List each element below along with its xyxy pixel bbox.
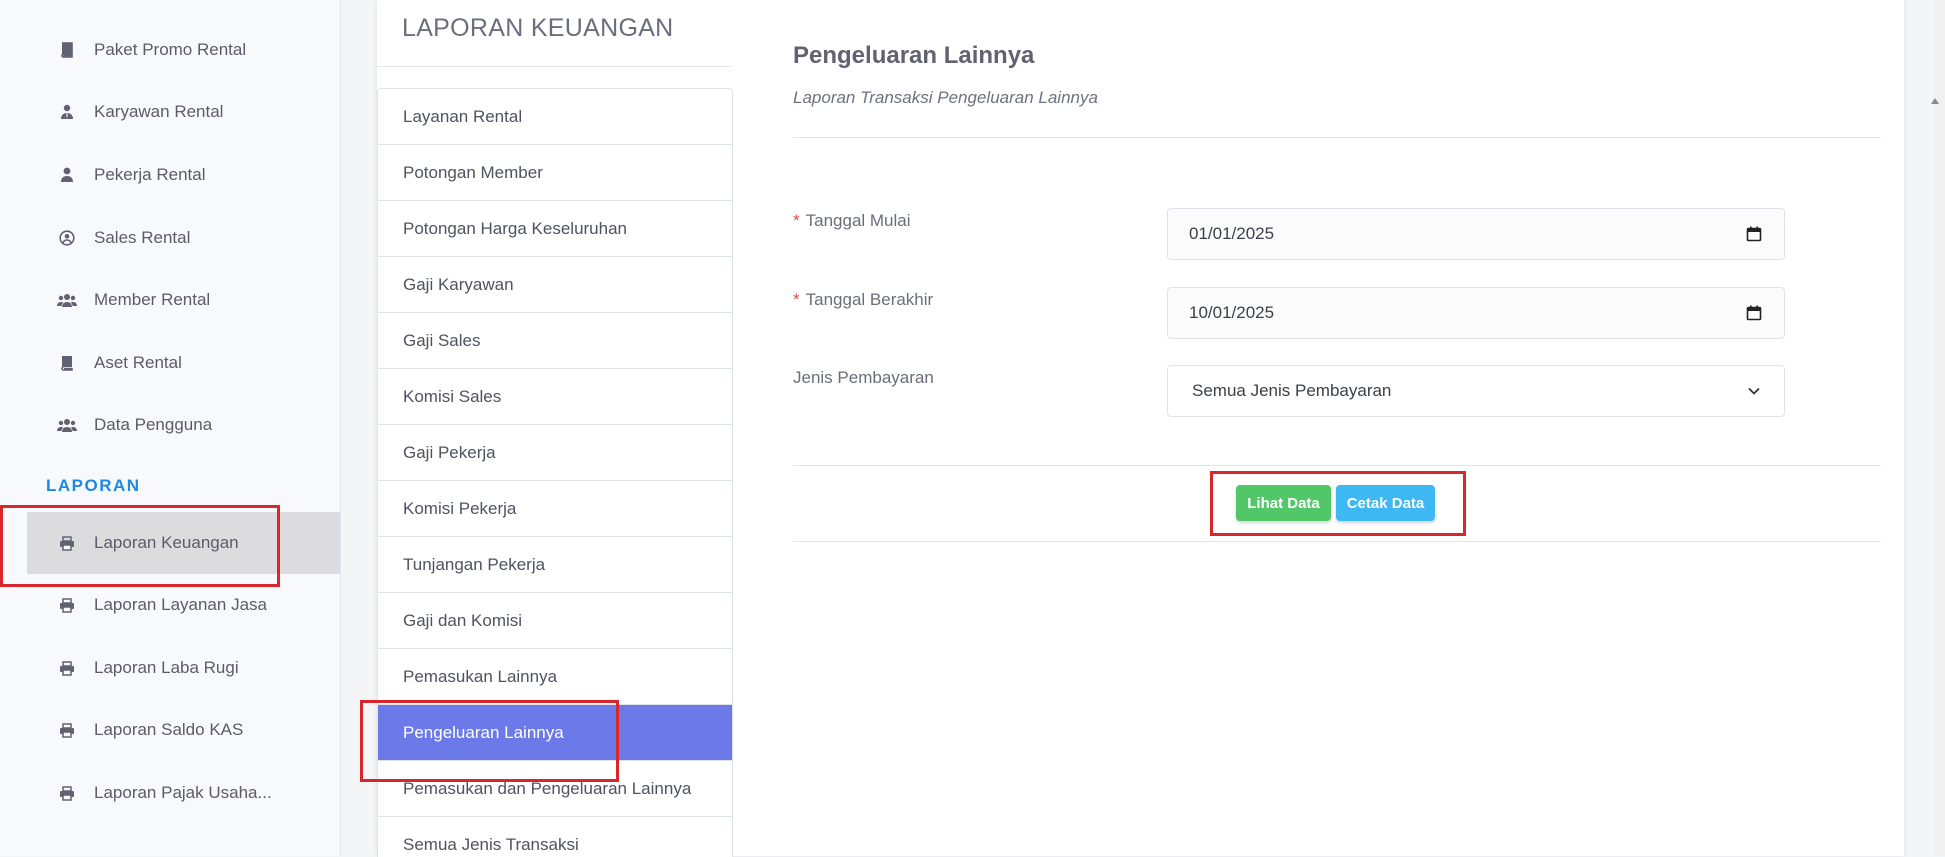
print-icon [57,783,77,803]
form-title: Pengeluaran Lainnya [793,42,1035,69]
report-item-pemasukan-dan-pengeluaran-lainnya[interactable]: Pemasukan dan Pengeluaran Lainnya [378,761,732,817]
user-tie-icon [57,102,77,122]
start-date-input[interactable]: 01/01/2025 [1167,208,1785,260]
report-item-potongan-harga-keseluruhan[interactable]: Potongan Harga Keseluruhan [378,201,732,257]
print-icon [57,658,77,678]
report-item-potongan-member[interactable]: Potongan Member [378,145,732,201]
sidebar-item-label: Paket Promo Rental [94,40,247,59]
payment-type-value: Semua Jenis Pembayaran [1192,381,1392,400]
calendar-icon[interactable] [1744,224,1764,244]
sidebar-item-label: Karyawan Rental [94,102,224,121]
print-icon [57,533,77,553]
end-date-value: 10/01/2025 [1189,303,1275,322]
report-panel-title: LAPORAN KEUANGAN [402,14,674,42]
sidebar: Paket Promo Rental Karyawan Rental Peker… [0,0,341,856]
end-date-label: * Tanggal Berakhir [793,290,933,310]
users-icon [57,290,77,310]
scroll-up-arrow-icon[interactable] [1931,98,1939,104]
sidebar-item-sales-rental[interactable]: Sales Rental [0,207,340,269]
sidebar-item-label: Laporan Laba Rugi [94,658,239,677]
form-subtitle: Laporan Transaksi Pengeluaran Lainnya [793,88,1098,107]
calendar-icon[interactable] [1744,303,1764,323]
report-item-gaji-pekerja[interactable]: Gaji Pekerja [378,425,732,481]
payment-type-label: Jenis Pembayaran [793,368,934,387]
book-icon [57,40,77,60]
sidebar-item-label: Data Pengguna [94,415,213,434]
sidebar-item-data-pengguna[interactable]: Data Pengguna [0,394,340,456]
sidebar-item-label: Laporan Saldo KAS [94,720,244,739]
view-data-button[interactable]: Lihat Data [1236,485,1331,521]
sidebar-item-aset-rental[interactable]: Aset Rental [0,332,340,394]
report-item-pengeluaran-lainnya[interactable]: Pengeluaran Lainnya [378,705,732,761]
sidebar-item-karyawan-rental[interactable]: Karyawan Rental [0,81,340,143]
report-item-semua-jenis-transaksi[interactable]: Semua Jenis Transaksi [378,817,732,857]
report-item-pemasukan-lainnya[interactable]: Pemasukan Lainnya [378,649,732,705]
sidebar-item-label: Laporan Keuangan [94,533,239,552]
sidebar-section-heading: LAPORAN [46,476,141,495]
print-data-button[interactable]: Cetak Data [1336,485,1435,521]
report-item-tunjangan-pekerja[interactable]: Tunjangan Pekerja [378,537,732,593]
sidebar-item-laporan-layanan-jasa[interactable]: Laporan Layanan Jasa [0,574,340,636]
print-icon [57,720,77,740]
user-circle-icon [57,228,77,248]
sidebar-item-member-rental[interactable]: Member Rental [0,269,340,331]
divider [377,66,731,67]
sidebar-item-label: Sales Rental [94,228,191,247]
sidebar-item-laporan-pajak-usaha[interactable]: Laporan Pajak Usaha... [0,762,340,824]
sidebar-item-label: Aset Rental [94,353,182,372]
report-type-list: Layanan Rental Potongan Member Potongan … [377,88,733,857]
sidebar-item-label: Laporan Pajak Usaha... [94,783,272,802]
divider [793,137,1881,138]
chevron-down-icon [1744,381,1764,401]
report-item-layanan-rental[interactable]: Layanan Rental [378,89,732,145]
report-item-komisi-sales[interactable]: Komisi Sales [378,369,732,425]
sidebar-item-laporan-saldo-kas[interactable]: Laporan Saldo KAS [0,699,340,761]
payment-type-select[interactable]: Semua Jenis Pembayaran [1167,365,1785,417]
sidebar-item-laporan-laba-rugi[interactable]: Laporan Laba Rugi [0,637,340,699]
start-date-value: 01/01/2025 [1189,224,1275,243]
sidebar-item-label: Member Rental [94,290,211,309]
users-icon [57,415,77,435]
user-icon [57,165,77,185]
print-icon [57,595,77,615]
sidebar-item-laporan-keuangan[interactable]: Laporan Keuangan [27,512,340,574]
start-date-label-text: Tanggal Mulai [805,211,911,230]
required-mark: * [793,211,800,230]
report-item-komisi-pekerja[interactable]: Komisi Pekerja [378,481,732,537]
sidebar-item-paket-promo-rental[interactable]: Paket Promo Rental [0,19,340,81]
report-item-gaji-karyawan[interactable]: Gaji Karyawan [378,257,732,313]
report-item-gaji-sales[interactable]: Gaji Sales [378,313,732,369]
divider [793,465,1881,466]
start-date-label: * Tanggal Mulai [793,211,911,231]
end-date-input[interactable]: 10/01/2025 [1167,287,1785,339]
sidebar-item-label: Laporan Layanan Jasa [94,595,267,614]
required-mark: * [793,290,800,309]
scrollbar[interactable] [1933,0,1945,856]
end-date-label-text: Tanggal Berakhir [805,290,934,309]
divider [793,541,1881,542]
book-icon [57,353,77,373]
report-item-gaji-dan-komisi[interactable]: Gaji dan Komisi [378,593,732,649]
sidebar-item-label: Pekerja Rental [94,165,206,184]
sidebar-item-pekerja-rental[interactable]: Pekerja Rental [0,144,340,206]
